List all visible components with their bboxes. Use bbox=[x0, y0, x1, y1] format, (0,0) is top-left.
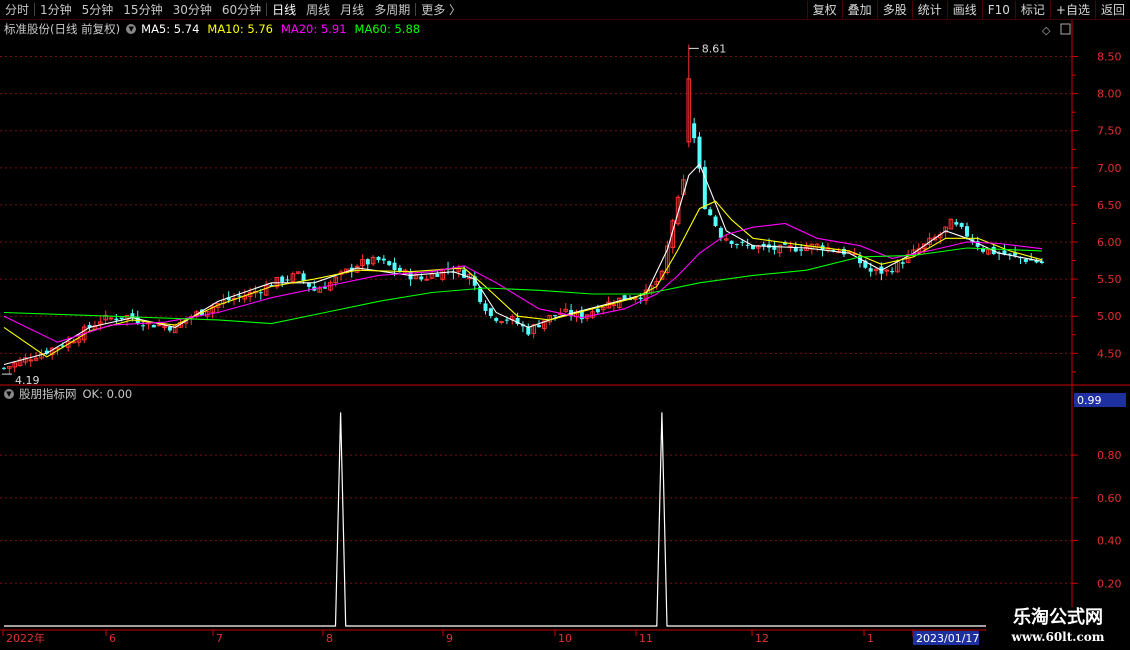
x-tick-label: 2023/01/17 bbox=[916, 632, 979, 645]
candle-body-up bbox=[611, 304, 617, 307]
x-tick-label: 6 bbox=[109, 632, 116, 645]
y-tick-label: 5.00 bbox=[1097, 310, 1122, 323]
watermark-logo: 乐淘公式网 www.60lt.com bbox=[986, 607, 1130, 650]
window-icon bbox=[1060, 23, 1071, 35]
x-tick-label: 11 bbox=[639, 632, 653, 645]
candle-body-down bbox=[638, 297, 643, 300]
candle-body-down bbox=[965, 226, 969, 237]
candle-body-down bbox=[692, 123, 697, 139]
y-tick-label: 8.00 bbox=[1097, 88, 1122, 101]
candle-body-down bbox=[537, 325, 541, 328]
candle-body-down bbox=[553, 315, 558, 317]
x-tick-label: 1 bbox=[867, 632, 874, 645]
candle-body-down bbox=[392, 262, 397, 271]
candle-body-down bbox=[167, 326, 172, 331]
y-tick-label: 7.50 bbox=[1097, 125, 1122, 138]
candle-body-down bbox=[285, 279, 290, 281]
candle-body-down bbox=[381, 258, 386, 261]
candle-body-down bbox=[488, 308, 493, 316]
y-tick-label: 7.00 bbox=[1097, 162, 1122, 175]
current-value-label: 0.99 bbox=[1077, 394, 1102, 407]
y-tick-label: 5.50 bbox=[1097, 273, 1122, 286]
candle-body-down bbox=[419, 276, 424, 280]
candle-body-down bbox=[280, 276, 285, 282]
candle-body-down bbox=[729, 240, 734, 245]
y-tick-label: 0.60 bbox=[1097, 492, 1122, 505]
candle-body-up bbox=[788, 245, 793, 248]
candle-body-down bbox=[387, 261, 392, 266]
candle-body-down bbox=[365, 259, 370, 265]
candle-body-down bbox=[119, 317, 124, 320]
x-tick-label: 8 bbox=[326, 632, 333, 645]
candle-body-down bbox=[745, 244, 750, 246]
candle-body-down bbox=[900, 262, 905, 264]
indicator-line bbox=[4, 412, 1024, 627]
candle-body-down bbox=[713, 216, 718, 226]
y-tick-label: 8.50 bbox=[1097, 51, 1122, 64]
candle-body-down bbox=[1023, 259, 1028, 262]
y-tick-label: 0.80 bbox=[1097, 449, 1122, 462]
candle-body-down bbox=[483, 303, 488, 311]
candle-body-down bbox=[799, 249, 804, 251]
candle-body-down bbox=[435, 273, 440, 277]
y-tick-label: 0.40 bbox=[1097, 535, 1122, 548]
x-tick-label: 2022年 bbox=[6, 631, 45, 645]
candle-body-down bbox=[237, 295, 242, 297]
diamond-icon: ◇ bbox=[1042, 24, 1051, 37]
chart-canvas[interactable]: 8.50 8.00 7.50 7.00 6.50 6.00 5.50 5.00 4.50 0.80… bbox=[0, 0, 1130, 650]
candle-body-down bbox=[301, 273, 306, 281]
candle-body-up bbox=[499, 321, 504, 324]
x-tick-label: 7 bbox=[216, 632, 223, 645]
candle-body-down bbox=[376, 256, 381, 261]
candle-body-down bbox=[141, 325, 146, 327]
candle-body-up bbox=[156, 324, 162, 327]
candle-body-down bbox=[740, 241, 745, 243]
candle-body-down bbox=[323, 287, 327, 289]
candle-body-down bbox=[462, 269, 467, 278]
candle-body-down bbox=[959, 223, 964, 227]
candle-body-down bbox=[2, 367, 6, 369]
candle-body-down bbox=[708, 209, 713, 216]
candle-body-down bbox=[718, 227, 723, 238]
y-tick-label: 0.20 bbox=[1097, 577, 1122, 590]
candle-body-down bbox=[504, 319, 509, 321]
candle-body-down bbox=[306, 283, 311, 287]
candle-body-down bbox=[734, 243, 739, 245]
low-price-label: 4.19 bbox=[15, 374, 40, 387]
candle-body-down bbox=[258, 292, 263, 294]
y-tick-label: 6.50 bbox=[1097, 199, 1122, 212]
candle-body-down bbox=[494, 318, 499, 321]
candle-body-up bbox=[424, 278, 429, 281]
x-tick-label: 12 bbox=[755, 632, 769, 645]
candle-body-down bbox=[890, 271, 895, 273]
y-tick-label: 6.00 bbox=[1097, 236, 1122, 249]
candle-body-down bbox=[868, 268, 873, 272]
candle-body-down bbox=[114, 318, 119, 321]
y-tick-label: 4.50 bbox=[1097, 347, 1122, 360]
x-tick-label: 10 bbox=[558, 632, 572, 645]
candle-body-up bbox=[28, 359, 34, 362]
candle-body-down bbox=[151, 324, 156, 328]
candle-body-up bbox=[108, 317, 114, 320]
ma-line-MA60 bbox=[3, 247, 1042, 325]
candle-body-down bbox=[1039, 261, 1044, 264]
ma-line-MA5 bbox=[3, 163, 1043, 366]
high-price-label: 8.61 bbox=[702, 42, 727, 55]
x-tick-label: 9 bbox=[446, 632, 453, 645]
candle-body-down bbox=[954, 222, 959, 225]
candle-body-down bbox=[595, 308, 600, 313]
